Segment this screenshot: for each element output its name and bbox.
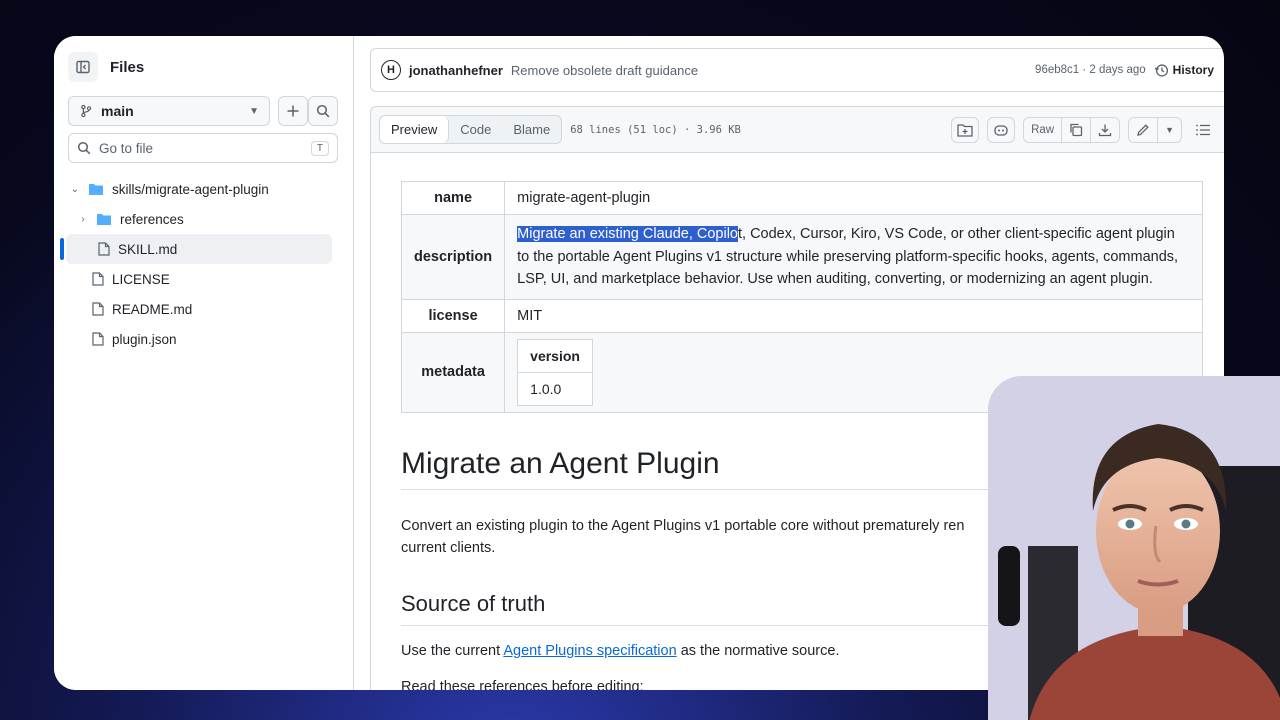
frontmatter-key-license: license — [400, 298, 506, 333]
file-info: 68 lines (51 loc) · 3.96 KB — [570, 123, 741, 136]
presenter-video-image — [988, 376, 1280, 720]
caret-down-icon: ▼ — [1165, 124, 1174, 135]
pencil-icon — [1137, 123, 1149, 136]
raw-button[interactable]: Raw — [1024, 117, 1063, 142]
frontmatter-key-metadata: metadata — [400, 331, 506, 413]
frontmatter-key-description: description — [400, 214, 506, 300]
copilot-button[interactable] — [987, 116, 1016, 143]
tab-blame[interactable]: Blame — [502, 116, 561, 143]
folder-plus-icon — [957, 123, 973, 137]
download-button[interactable] — [1091, 118, 1119, 142]
go-to-file-placeholder: Go to file — [99, 140, 154, 156]
file-icon — [92, 332, 104, 346]
chevron-down-icon: ▼ — [249, 105, 259, 117]
metadata-value-version: 1.0.0 — [517, 371, 593, 406]
tree-item-plugin-json[interactable]: plugin.json — [54, 324, 354, 354]
intro-paragraph: Convert an existing plugin to the Agent … — [401, 515, 1001, 559]
file-tree: ⌄ skills/migrate-agent-plugin › referenc… — [54, 174, 354, 354]
folder-icon — [97, 214, 111, 225]
tree-item-label: references — [120, 211, 184, 227]
commit-sha-time[interactable]: 96eb8c1 · 2 days ago — [1035, 64, 1146, 76]
tree-item-readme[interactable]: README.md — [54, 294, 354, 324]
search-icon — [77, 141, 91, 155]
add-file-button[interactable] — [278, 96, 308, 126]
source-paragraph: Use the current Agent Plugins specificat… — [401, 643, 839, 659]
avatar[interactable]: H — [381, 60, 401, 80]
raw-copy-download-group: Raw — [1023, 116, 1121, 143]
plus-icon — [287, 105, 299, 117]
tree-item-skills-folder[interactable]: ⌄ skills/migrate-agent-plugin — [54, 174, 354, 204]
shortcut-key-badge: T — [310, 140, 329, 156]
history-label: History — [1172, 63, 1214, 77]
tab-code[interactable]: Code — [449, 116, 502, 143]
frontmatter-value-license: MIT — [504, 298, 1203, 333]
list-icon — [1196, 124, 1210, 135]
chevron-down-icon: ⌄ — [70, 183, 80, 195]
tree-item-license[interactable]: LICENSE — [54, 264, 354, 294]
edit-options-button[interactable]: ▼ — [1158, 118, 1181, 142]
frontmatter-value-name: migrate-agent-plugin — [504, 181, 1203, 215]
tree-item-label: LICENSE — [112, 271, 170, 287]
latest-commit-bar: H jonathanhefner Remove obsolete draft g… — [370, 48, 1224, 92]
collapse-sidebar-button[interactable] — [68, 52, 98, 82]
file-header-toolbar: Preview Code Blame 68 lines (51 loc) · 3… — [370, 106, 1224, 152]
view-mode-tabs: Preview Code Blame — [379, 115, 563, 144]
files-header: Files — [68, 52, 144, 82]
download-icon — [1098, 124, 1112, 136]
file-tree-sidebar: Files main ▼ Go to file T ⌄ skills/migra… — [54, 36, 354, 690]
references-paragraph: Read these references before editing: — [401, 679, 644, 690]
copilot-icon — [994, 124, 1008, 136]
selected-text: Migrate an existing Claude, Copilo — [517, 226, 738, 242]
new-folder-button[interactable] — [951, 116, 980, 143]
tree-item-label: plugin.json — [112, 331, 177, 347]
paragraph-text: Use the current — [401, 643, 504, 659]
file-icon — [92, 272, 104, 286]
metadata-table: version 1.0.0 — [517, 338, 593, 406]
search-files-button[interactable] — [308, 96, 338, 126]
commit-author[interactable]: jonathanhefner — [409, 63, 503, 78]
edit-group: ▼ — [1128, 116, 1182, 143]
intro-line-1: Convert an existing plugin to the Agent … — [401, 518, 965, 534]
history-icon — [1154, 63, 1168, 77]
file-icon — [98, 242, 110, 256]
file-icon — [92, 302, 104, 316]
files-title: Files — [110, 58, 145, 76]
chevron-right-icon: › — [81, 213, 85, 225]
edit-button[interactable] — [1129, 117, 1159, 142]
spec-link[interactable]: Agent Plugins specification — [503, 643, 676, 659]
metadata-key-version: version — [517, 338, 593, 373]
paragraph-text: as the normative source. — [676, 643, 840, 659]
file-actions: Raw ▼ — [951, 116, 1216, 143]
copy-raw-button[interactable] — [1062, 117, 1092, 142]
tree-item-references-folder[interactable]: › references — [54, 204, 354, 234]
go-to-file-input[interactable]: Go to file T — [68, 133, 338, 163]
folder-open-icon — [89, 184, 103, 195]
branch-selector[interactable]: main ▼ — [68, 96, 270, 126]
tree-item-label: skills/migrate-agent-plugin — [112, 181, 269, 197]
tab-preview[interactable]: Preview — [380, 116, 450, 143]
intro-line-2: current clients. — [401, 540, 496, 556]
tree-item-label: README.md — [112, 301, 193, 317]
git-branch-icon — [81, 104, 92, 118]
history-button[interactable]: History — [1154, 63, 1214, 78]
sidebar-toggle-icon — [76, 60, 90, 74]
frontmatter-value-description: Migrate an existing Claude, Copilot, Cod… — [504, 214, 1203, 300]
webcam-overlay — [988, 376, 1280, 720]
branch-name: main — [101, 103, 134, 119]
tree-item-label: SKILL.md — [118, 241, 178, 257]
copy-icon — [1070, 123, 1083, 136]
commit-message[interactable]: Remove obsolete draft guidance — [511, 63, 698, 78]
frontmatter-key-name: name — [400, 181, 506, 215]
outline-button[interactable] — [1190, 117, 1216, 143]
search-icon — [316, 104, 330, 118]
selected-indicator — [60, 238, 64, 260]
tree-item-skill-md[interactable]: SKILL.md — [60, 234, 332, 264]
